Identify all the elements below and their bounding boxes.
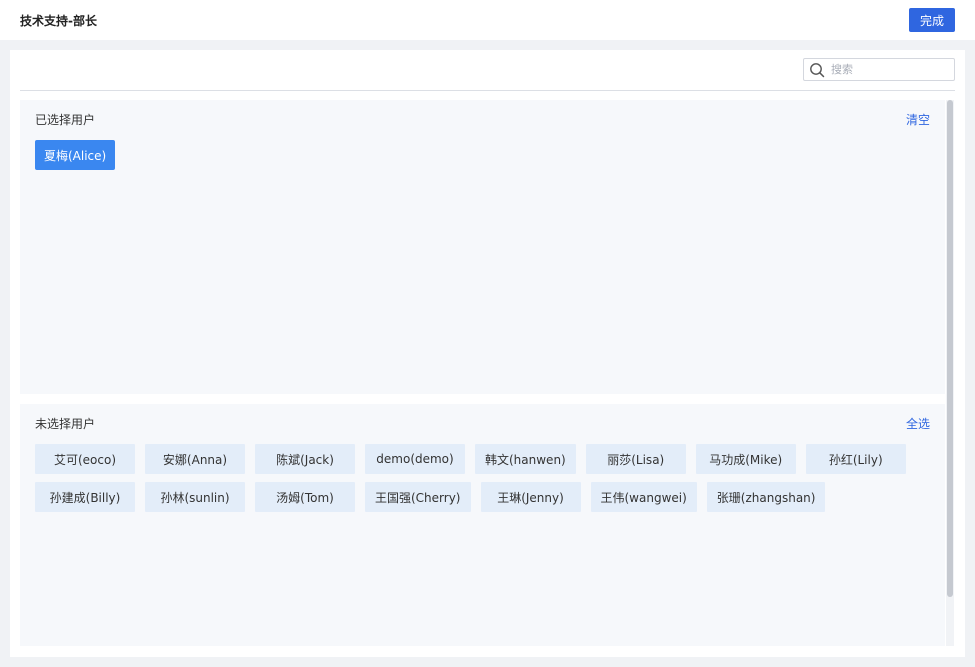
user-chip[interactable]: 陈斌(Jack) xyxy=(255,444,355,474)
user-chip[interactable]: 王国强(Cherry) xyxy=(365,482,471,512)
clear-button[interactable]: 清空 xyxy=(906,111,930,128)
scrollbar-thumb[interactable] xyxy=(947,100,953,597)
selected-users-title: 已选择用户 xyxy=(35,113,96,127)
unselected-users-title: 未选择用户 xyxy=(35,417,96,431)
unselected-users-list: 艾可(eoco) 安娜(Anna) 陈斌(Jack) demo(demo) 韩文(han… xyxy=(35,444,935,512)
user-chip[interactable]: 马功成(Mike) xyxy=(695,444,796,474)
scrollbar[interactable] xyxy=(946,100,954,646)
search-box[interactable] xyxy=(803,58,955,81)
unselected-users-section: 未选择用户 全选 艾可(eoco) 安娜(Anna) 陈斌(Jack) demo(de… xyxy=(20,404,945,646)
user-chip[interactable]: 孙林(sunlin) xyxy=(145,482,245,512)
user-chip[interactable]: 丽莎(Lisa) xyxy=(585,444,686,474)
user-chip[interactable]: 安娜(Anna) xyxy=(145,444,245,474)
user-chip[interactable]: 韩文(hanwen) xyxy=(475,444,576,474)
divider xyxy=(20,90,955,91)
page-title: 技术支持-部长 xyxy=(20,14,97,28)
user-chip[interactable]: 汤姆(Tom) xyxy=(255,482,355,512)
search-icon xyxy=(810,63,825,78)
select-all-button[interactable]: 全选 xyxy=(906,415,930,432)
user-chip[interactable]: 孙建成(Billy) xyxy=(35,482,135,512)
user-chip[interactable]: demo(demo) xyxy=(365,444,465,474)
user-picker-panel: 已选择用户 清空 夏梅(Alice) 未选择用户 全选 艾可(eoco) 安娜(A… xyxy=(10,50,965,657)
done-button[interactable]: 完成 xyxy=(909,8,955,32)
top-bar: 技术支持-部长 完成 xyxy=(0,0,975,40)
selected-users-list: 夏梅(Alice) xyxy=(35,140,935,170)
user-chip[interactable]: 王琳(Jenny) xyxy=(480,482,581,512)
user-chip[interactable]: 张珊(zhangshan) xyxy=(706,482,826,512)
selected-user-chip[interactable]: 夏梅(Alice) xyxy=(35,140,116,170)
selected-users-section: 已选择用户 清空 夏梅(Alice) xyxy=(20,100,945,394)
user-chip[interactable]: 孙红(Lily) xyxy=(805,444,906,474)
search-input[interactable] xyxy=(831,61,949,78)
user-chip[interactable]: 王伟(wangwei) xyxy=(590,482,697,512)
user-chip[interactable]: 艾可(eoco) xyxy=(35,444,135,474)
